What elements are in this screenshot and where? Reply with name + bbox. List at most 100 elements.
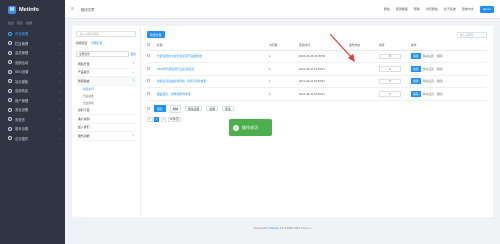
delete-link[interactable]: 删除 bbox=[437, 54, 443, 58]
category-subitem[interactable]: 新闻资讯 bbox=[76, 86, 136, 93]
pager-prev[interactable]: < bbox=[147, 116, 153, 122]
sidebar-item[interactable]: 应用商店 › bbox=[0, 86, 65, 96]
quick-link[interactable]: 后台 bbox=[8, 21, 14, 25]
sort-input[interactable]: 0 bbox=[379, 78, 401, 84]
delete-link[interactable]: 删除 bbox=[437, 79, 443, 83]
logo[interactable]: M Metinfo bbox=[0, 0, 65, 19]
toast-text: 操作成功 bbox=[242, 124, 258, 130]
bulk-delete-button[interactable]: 删除 bbox=[169, 104, 182, 113]
edit-button[interactable]: 编辑 bbox=[411, 65, 421, 72]
manage-category-button[interactable]: 管理栏目 bbox=[91, 41, 102, 45]
category-search-input[interactable]: 输入关键词搜索 bbox=[76, 31, 136, 37]
row-checkbox[interactable] bbox=[147, 54, 150, 58]
add-article-button[interactable]: 新增文章 bbox=[147, 31, 165, 38]
edit-button[interactable]: 编辑 bbox=[411, 78, 421, 85]
sidebar-item[interactable]: 用户管理 › bbox=[0, 96, 65, 106]
success-toast: ✓ 操作成功 bbox=[229, 119, 272, 136]
bulk-copy-select[interactable]: 复制 bbox=[206, 105, 219, 112]
category-item[interactable]: 产品展示 ▾ bbox=[76, 69, 136, 77]
sidebar-item[interactable]: SEO设置 › bbox=[0, 67, 65, 77]
row-select-cell bbox=[147, 62, 157, 76]
sidebar-item[interactable]: 营销活动 › bbox=[0, 58, 65, 68]
sidebar-item[interactable]: 基本设置 › bbox=[0, 124, 65, 134]
category-label: 客户案例 bbox=[78, 116, 90, 121]
menu-toggle-icon[interactable]: ☰ bbox=[71, 7, 74, 11]
category-subitem[interactable]: 行业动态 bbox=[76, 93, 136, 100]
top-action[interactable]: 使用教程 bbox=[396, 7, 408, 11]
category-item[interactable]: 加入我们 bbox=[76, 124, 136, 132]
quick-link[interactable]: 后端 bbox=[26, 21, 32, 25]
category-label: 资料下载 bbox=[78, 108, 90, 113]
time-cell: 2021-09-11 16:59:51 bbox=[299, 75, 349, 88]
pager-size-select[interactable]: 10条/页 bbox=[167, 116, 181, 122]
main-area: ☰ 模块文章 网站 使用教程 帮助 访问网站 关于系统 简体中文 admin 输… bbox=[65, 0, 500, 244]
bulk-move-select[interactable]: 移动设置 bbox=[185, 105, 203, 112]
category-item[interactable]: 资料下载 bbox=[76, 107, 136, 115]
select-all-checkbox[interactable] bbox=[147, 43, 150, 47]
row-checkbox[interactable] bbox=[147, 91, 150, 95]
top-action[interactable]: 帮助 bbox=[414, 7, 420, 11]
status-cell bbox=[349, 62, 379, 76]
bulk-select-checkbox[interactable] bbox=[147, 107, 150, 110]
sidebar-item[interactable]: 内容管理 › bbox=[0, 29, 65, 39]
sidebar-item[interactable]: 会员管理 › bbox=[0, 48, 65, 58]
sidebar-item[interactable]: 企业插件 › bbox=[0, 134, 65, 144]
sort-input[interactable]: 0 bbox=[379, 53, 401, 59]
delete-link[interactable]: 删除 bbox=[437, 92, 443, 96]
time-cell: 2021-09-11 16:59:51 bbox=[299, 87, 349, 101]
edit-button[interactable]: 编辑 bbox=[411, 90, 421, 97]
category-item[interactable]: 服务功能 ▾ bbox=[76, 132, 136, 141]
bulk-more-select[interactable]: 更多 bbox=[222, 105, 234, 112]
article-title-link[interactable]: 做品质家，用体验影响未来 bbox=[157, 87, 269, 101]
select-all-header[interactable] bbox=[147, 41, 157, 51]
sidebar-item-label: 企业插件 bbox=[15, 136, 29, 141]
category-item[interactable]: 网站开发 ▾ bbox=[76, 60, 136, 69]
article-title-link[interactable]: 2020年智能家居行业迎来春天 bbox=[157, 62, 269, 76]
pager-next[interactable]: > bbox=[160, 116, 167, 122]
category-label: 网站开发 bbox=[78, 61, 90, 66]
row-checkbox[interactable] bbox=[147, 66, 150, 70]
language-select[interactable]: 简体中文 bbox=[462, 7, 474, 11]
sidebar-item[interactable]: 栏目管理 › bbox=[0, 39, 65, 49]
top-action[interactable]: 访问网站 bbox=[426, 7, 438, 11]
sidebar-item-label: 会员管理 bbox=[15, 51, 29, 56]
article-title-link[interactable]: 智能家居的全屋智慧家居产品的研发 bbox=[157, 50, 269, 63]
table-body: 智能家居的全屋智慧家居产品的研发 1 2023-03-26 15:05:56 待审 0 编… bbox=[147, 50, 487, 101]
sort-input[interactable]: 0 bbox=[379, 91, 401, 97]
category-label: 新闻资讯 bbox=[83, 88, 94, 91]
add-category-button[interactable]: 新增栏目 bbox=[76, 41, 87, 45]
category-item[interactable]: 客户案例 bbox=[76, 115, 136, 124]
move-link[interactable]: 移动设置 bbox=[423, 92, 434, 96]
category-subitem[interactable]: 企业新闻 bbox=[76, 100, 136, 107]
article-title-link[interactable]: 健康生活自由智慧科技 "手机引领新未来" bbox=[157, 75, 269, 88]
pager-page[interactable]: 1 bbox=[154, 116, 160, 122]
sidebar-item[interactable]: 站点模板 › bbox=[0, 77, 65, 87]
sidebar-item[interactable]: 安全设置 › bbox=[0, 105, 65, 115]
category-label: 产品展示 bbox=[78, 70, 90, 75]
quick-link[interactable]: 首页 bbox=[17, 21, 23, 25]
sidebar-item-label: 多语言 bbox=[15, 117, 25, 122]
user-menu[interactable]: admin bbox=[479, 5, 494, 13]
topbar: ☰ 模块文章 网站 使用教程 帮助 访问网站 关于系统 简体中文 admin bbox=[65, 0, 500, 19]
menu-icon bbox=[8, 98, 12, 103]
delete-link[interactable]: 删除 bbox=[437, 67, 443, 71]
display-select[interactable]: 全部显示 bbox=[76, 51, 129, 57]
column-header: 更新时间 bbox=[299, 41, 349, 51]
edit-button[interactable]: 编辑 bbox=[411, 53, 421, 60]
menu-icon bbox=[8, 117, 12, 122]
move-link[interactable]: 移动设置 bbox=[423, 67, 434, 71]
sort-input[interactable]: 0 bbox=[379, 66, 401, 72]
keyword-search-input[interactable]: 输入关键词 bbox=[457, 31, 487, 38]
category-item[interactable]: 新闻动态 ▾ bbox=[76, 77, 136, 86]
sidebar-item[interactable]: 多语言 › bbox=[0, 115, 65, 125]
footer-brand[interactable]: MetInfo 7.8 bbox=[269, 226, 283, 230]
row-checkbox[interactable] bbox=[147, 79, 150, 83]
bulk-save-button[interactable]: 保存 bbox=[154, 105, 166, 112]
move-link[interactable]: 移动设置 bbox=[423, 54, 434, 58]
move-link[interactable]: 移动设置 bbox=[423, 79, 434, 83]
top-action[interactable]: 网站 bbox=[384, 7, 390, 11]
category-filter-row: 全部显示 更新 bbox=[76, 51, 136, 57]
refresh-button[interactable]: 更新 bbox=[131, 51, 136, 57]
menu-icon bbox=[8, 107, 12, 112]
top-action[interactable]: 关于系统 bbox=[444, 7, 456, 11]
